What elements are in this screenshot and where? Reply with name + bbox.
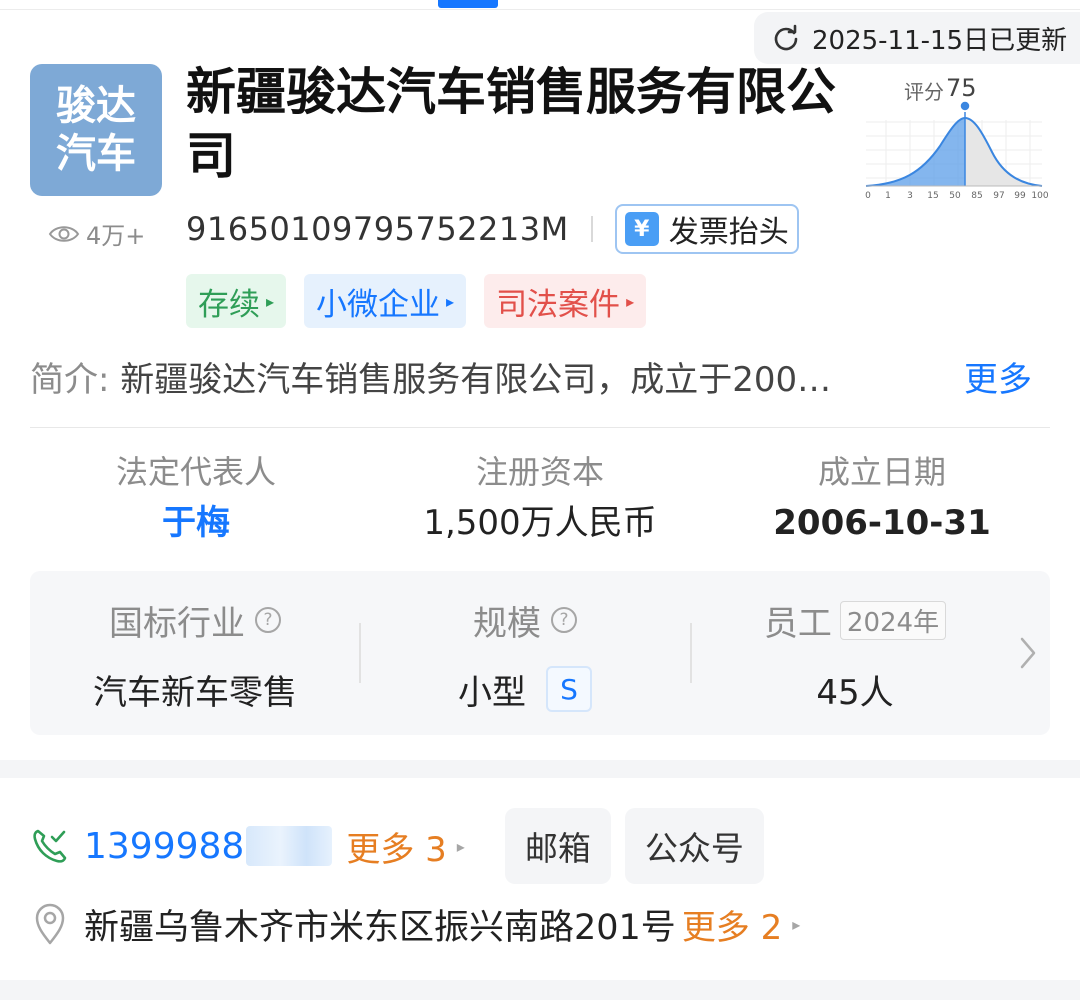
company-detail-page: 2025-11-15日已更新 骏达 汽车 4万+ 新疆骏达汽车销售服务有限公司 … (0, 0, 1080, 1000)
refresh-icon (774, 24, 798, 51)
status-tags: 存续 ▸ 小微企业 ▸ 司法案件 ▸ (186, 274, 647, 328)
intro-text: 新疆骏达汽车销售服务有限公司，成立于200… (120, 360, 832, 400)
capital-value: 1,500万人民币 (423, 503, 657, 543)
staff-column: 员工 2024年 45人 (690, 571, 1020, 735)
section-gap (0, 760, 1080, 778)
chevron-right-icon[interactable] (1018, 635, 1038, 671)
company-intro: 简介: 新疆骏达汽车销售服务有限公司，成立于200… 更多 (30, 352, 1050, 401)
staff-label: 员工 (763, 603, 832, 644)
caret-right-icon: ▸ (266, 291, 275, 311)
caret-right-icon: ▸ (792, 914, 801, 934)
caret-right-icon: ▸ (456, 836, 465, 856)
email-button[interactable]: 邮箱 (504, 808, 611, 884)
caret-right-icon: ▸ (446, 291, 455, 311)
update-date-text: 2025-11-15日已更新 (812, 25, 1068, 56)
industry-scale-panel[interactable]: 国标行业 ? 汽车新车零售 规模 ? 小型 S 员工 2024年 45人 (30, 571, 1050, 735)
contact-row: 1399988 更多 3 ▸ 邮箱 公众号 (30, 808, 1050, 884)
staff-value: 45人 (816, 672, 894, 713)
score-tick: 100 (1031, 191, 1048, 201)
score-value: 75 (946, 74, 977, 102)
phone-more-text: 更多 3 (346, 829, 447, 870)
tag-judicial-cases[interactable]: 司法案件 ▸ (484, 274, 647, 328)
top-divider (0, 0, 1080, 10)
address-more-text: 更多 2 (681, 907, 783, 948)
phone-more-link[interactable]: 更多 3 ▸ (346, 822, 464, 871)
phone-number[interactable]: 1399988 (84, 826, 244, 867)
tag-status-label: 存续 (198, 286, 260, 323)
address-more-link[interactable]: 更多 2 ▸ (682, 900, 800, 949)
registered-capital: 注册资本 1,500万人民币 (400, 448, 680, 550)
score-tick: 1 (885, 191, 891, 201)
invoice-icon: ¥ (624, 212, 659, 246)
score-tick: 50 (949, 191, 961, 201)
legal-representative: 法定代表人 于梅 (60, 448, 332, 550)
score-tick: 99 (1014, 191, 1026, 201)
score-tick: 3 (907, 191, 913, 201)
score-tick: 15 (927, 191, 938, 201)
company-name: 新疆骏达汽车销售服务有限公司 (186, 63, 836, 185)
wechat-account-button[interactable]: 公众号 (624, 808, 764, 884)
capital-label: 注册资本 (475, 453, 604, 491)
logo-line-1: 骏达 (56, 83, 136, 129)
update-status-pill[interactable]: 2025-11-15日已更新 (754, 12, 1080, 64)
score-chart[interactable]: 评分 75 0 1 3 15 50 85 97 99 100 (862, 72, 1049, 202)
scale-value: 小型 (458, 672, 526, 713)
phone-masked (246, 826, 333, 866)
section-divider (30, 427, 1050, 428)
credit-code-row: 91650109795752213M ¥ 发票抬头 (186, 204, 799, 254)
invoice-title-button[interactable]: ¥ 发票抬头 (614, 204, 799, 254)
credit-code[interactable]: 91650109795752213M (186, 210, 569, 248)
invoice-title-label: 发票抬头 (668, 215, 789, 250)
logo-line-2: 汽车 (56, 131, 136, 177)
staff-year-badge: 2024年 (839, 600, 947, 640)
tag-small-business[interactable]: 小微企业 ▸ (304, 274, 467, 328)
help-icon[interactable]: ? (551, 607, 577, 633)
industry-column: 国标行业 ? 汽车新车零售 (30, 571, 360, 735)
caret-right-icon: ▸ (626, 291, 635, 311)
intro-label: 简介: (30, 360, 110, 400)
tag-small-business-label: 小微企业 (316, 286, 441, 323)
industry-label: 国标行业 (109, 603, 245, 644)
score-tick: 97 (993, 191, 1004, 201)
view-count-text: 4万+ (86, 222, 146, 250)
address-text[interactable]: 新疆乌鲁木齐市米东区振兴南路201号 (84, 899, 676, 950)
tab-indicator (438, 0, 498, 8)
scale-label: 规模 (473, 603, 541, 644)
view-count: 4万+ (48, 216, 145, 251)
score-label: 评分 (904, 80, 944, 104)
wechat-label: 公众号 (644, 829, 744, 868)
industry-value: 汽车新车零售 (93, 672, 297, 713)
score-tick: 85 (971, 191, 982, 201)
founded-value: 2006-10-31 (773, 503, 991, 543)
help-icon[interactable]: ? (255, 607, 281, 633)
email-label: 邮箱 (524, 829, 591, 868)
scale-badge: S (546, 666, 592, 712)
phone-icon (33, 829, 67, 863)
legal-rep-link[interactable]: 于梅 (60, 496, 332, 550)
eye-icon (48, 225, 80, 242)
section-gap (0, 980, 1080, 1000)
tag-status[interactable]: 存续 ▸ (186, 274, 287, 328)
company-logo: 骏达 汽车 (30, 64, 162, 196)
location-pin-icon (35, 903, 65, 945)
tag-judicial-cases-label: 司法案件 (496, 286, 621, 323)
founded-date: 成立日期 2006-10-31 (752, 448, 1012, 550)
intro-more-link[interactable]: 更多 (964, 352, 1032, 401)
address-row: 新疆乌鲁木齐市米东区振兴南路201号 更多 2 ▸ (30, 896, 800, 952)
founded-label: 成立日期 (817, 453, 946, 491)
legal-rep-label: 法定代表人 (115, 453, 276, 491)
separator (590, 216, 593, 242)
scale-column: 规模 ? 小型 S (360, 571, 690, 735)
score-tick: 0 (865, 191, 871, 201)
